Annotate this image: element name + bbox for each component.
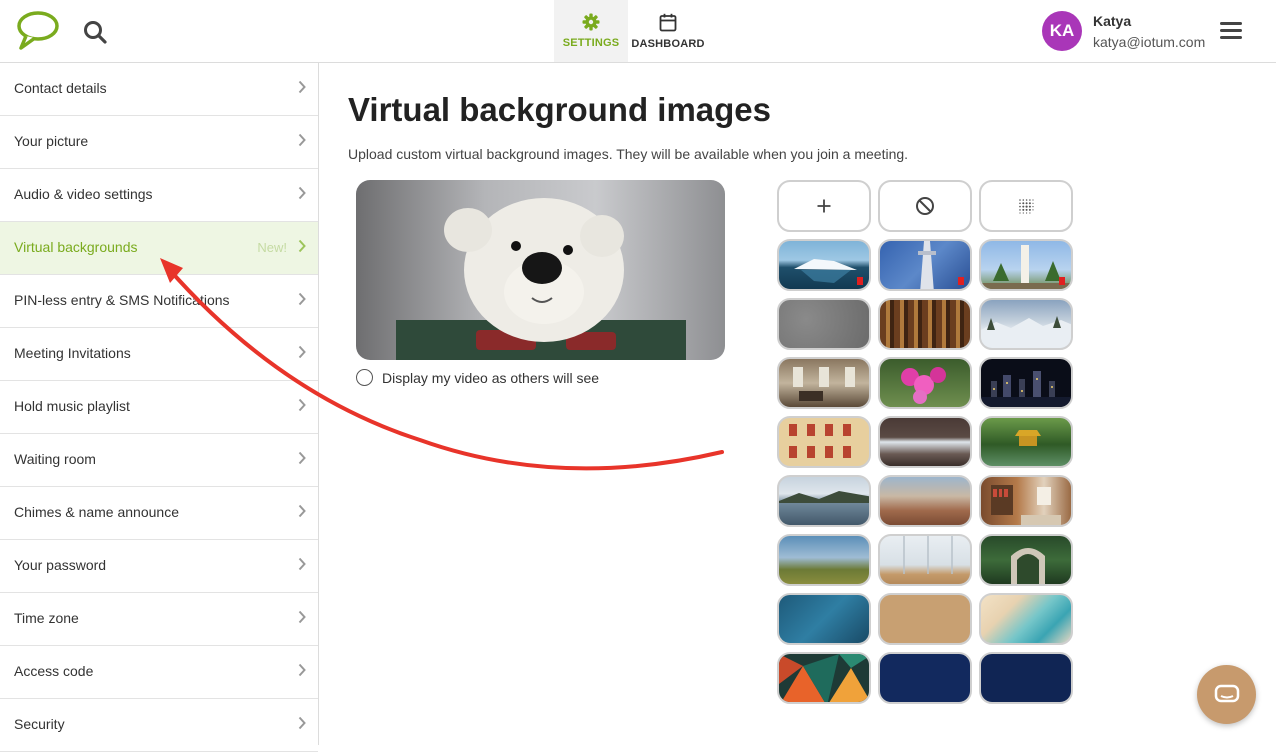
main-content: Virtual background images Upload custom … [319,63,1276,745]
mirror-video-label: Display my video as others will see [382,369,600,386]
sidebar-item-label: Virtual backgrounds [14,239,138,255]
chevron-right-icon [298,292,306,306]
tab-dashboard[interactable]: DASHBOARD [631,0,705,62]
sidebar-item-label: Hold music playlist [14,398,130,414]
chat-icon [1214,684,1239,702]
chevron-right-icon [298,504,306,518]
sidebar-item-label: Your picture [14,133,89,149]
avatar[interactable]: KA [1042,11,1082,51]
calendar-icon [659,13,677,31]
mirror-video-radio[interactable] [356,369,373,386]
background-thumbnail-tower[interactable] [878,239,972,291]
chevron-right-icon [298,610,306,624]
sidebar-item-security[interactable]: Security [0,699,318,752]
sidebar-item-chimes[interactable]: Chimes & name announce [0,487,318,540]
background-thumbnail-lighthouse[interactable] [979,239,1073,291]
sidebar-item-label: PIN-less entry & SMS Notifications [14,292,230,308]
background-thumbnail-arch[interactable] [979,534,1073,586]
background-thumbnail-iceberg[interactable] [777,239,871,291]
sidebar-item-contact-details[interactable]: Contact details [0,63,318,116]
sidebar-item-audio-video[interactable]: Audio & video settings [0,169,318,222]
hamburger-menu-icon[interactable] [1220,22,1242,42]
custom-marker [958,277,964,285]
app-logo-icon[interactable] [16,10,60,52]
user-email: katya@iotum.com [1093,34,1206,50]
background-thumbnail-snow[interactable] [979,298,1073,350]
chevron-right-icon [298,557,306,571]
background-thumbnail-building[interactable] [777,416,871,468]
sidebar-item-time-zone[interactable]: Time zone [0,593,318,646]
sidebar-item-label: Meeting Invitations [14,345,131,361]
no-background-button[interactable] [878,180,972,232]
tab-dashboard-label: DASHBOARD [631,37,705,50]
custom-marker [857,277,863,285]
background-thumbnail-pavilion[interactable] [979,416,1073,468]
sidebar-item-hold-music[interactable]: Hold music playlist [0,381,318,434]
top-header: SETTINGS DASHBOARD KA Katya katya@iotum.… [0,0,1276,63]
sidebar-item-label: Your password [14,557,107,573]
background-thumbnail-navy-2[interactable] [979,652,1073,704]
sidebar-item-label: Access code [14,663,94,679]
sidebar-item-label: Audio & video settings [14,186,153,202]
add-background-button[interactable] [777,180,871,232]
background-thumbnail-lounge[interactable] [777,357,871,409]
sidebar-item-label: Chimes & name announce [14,504,179,520]
sidebar-item-your-picture[interactable]: Your picture [0,116,318,169]
sidebar-item-your-password[interactable]: Your password [0,540,318,593]
no-entry-icon [916,197,934,215]
settings-sidebar: Contact details Your picture Audio & vid… [0,63,319,752]
gear-icon [582,13,600,31]
background-thumbnail-triangles[interactable] [777,652,871,704]
chevron-right-icon [298,345,306,359]
chevron-right-icon [298,186,306,200]
mirror-video-toggle[interactable]: Display my video as others will see [356,369,599,386]
blur-icon [1019,199,1034,214]
background-thumbnail-mountains[interactable] [878,416,972,468]
chevron-right-icon [298,133,306,147]
chevron-right-icon [298,663,306,677]
chat-button[interactable] [1197,665,1256,724]
background-thumbnail-concrete[interactable] [777,298,871,350]
background-thumbnail-lake[interactable] [777,475,871,527]
chevron-right-icon [298,80,306,94]
chevron-right-icon [298,716,306,730]
tab-settings[interactable]: SETTINGS [554,0,628,62]
sidebar-item-access-code[interactable]: Access code [0,646,318,699]
background-thumbnail-library[interactable] [878,298,972,350]
background-thumbnail-blue-geometric[interactable] [777,593,871,645]
background-thumbnail-field-window[interactable] [777,534,871,586]
page-title: Virtual background images [348,91,772,128]
plus-icon [817,199,831,213]
tab-settings-label: SETTINGS [562,37,620,49]
background-thumbnail-town[interactable] [878,475,972,527]
new-badge: New! [257,240,287,255]
sidebar-item-meeting-invitations[interactable]: Meeting Invitations [0,328,318,381]
custom-marker [1059,277,1065,285]
chevron-right-icon [298,451,306,465]
user-name: Katya [1093,13,1132,29]
sidebar-item-label: Security [14,716,65,732]
sidebar-item-virtual-backgrounds[interactable]: Virtual backgrounds New! [0,222,318,275]
video-preview [356,180,725,360]
sidebar-item-pinless-entry[interactable]: PIN-less entry & SMS Notifications [0,275,318,328]
chevron-right-icon [298,239,306,253]
background-thumbnail-flowers[interactable] [878,357,972,409]
background-thumbnail-waves[interactable] [979,593,1073,645]
background-thumbnail-living-room[interactable] [979,475,1073,527]
sidebar-item-label: Waiting room [14,451,96,467]
search-icon[interactable] [82,19,108,45]
background-thumbnail-tan[interactable] [878,593,972,645]
chevron-right-icon [298,398,306,412]
background-thumbnail-navy-1[interactable] [878,652,972,704]
background-thumbnail-office[interactable] [878,534,972,586]
blur-background-button[interactable] [979,180,1073,232]
sidebar-item-label: Contact details [14,80,107,96]
page-subtitle: Upload custom virtual background images.… [348,146,909,162]
background-thumbnail-city-night[interactable] [979,357,1073,409]
sidebar-item-label: Time zone [14,610,79,626]
sidebar-item-waiting-room[interactable]: Waiting room [0,434,318,487]
